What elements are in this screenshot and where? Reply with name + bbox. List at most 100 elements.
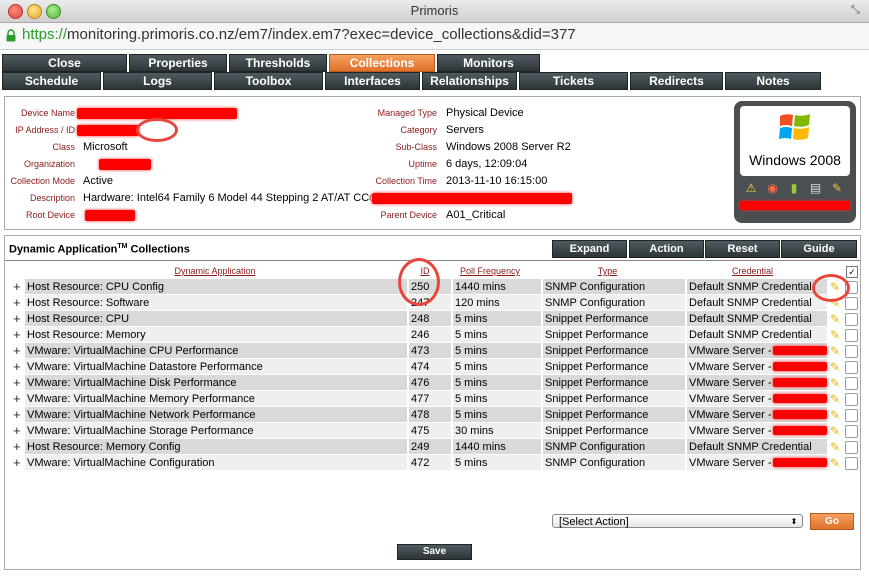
cell-app[interactable]: Host Resource: CPU [25,311,407,326]
tab-notes[interactable]: Notes [725,72,821,90]
table-row[interactable]: + VMware: VirtualMachine Network Performa… [13,407,858,423]
cell-app[interactable]: VMware: VirtualMachine Network Performan… [25,407,407,422]
row-checkbox[interactable] [845,425,858,438]
expand-button[interactable]: Expand [552,240,627,258]
cell-app[interactable]: VMware: VirtualMachine Storage Performan… [25,423,407,438]
tab-interfaces[interactable]: Interfaces [325,72,420,90]
cell-cred: Default SNMP Credential [687,311,827,326]
column-header-poll[interactable]: Poll Frequency [445,265,535,277]
edit-pencil-icon[interactable]: ✎ [828,360,842,374]
column-header-app[interactable]: Dynamic Application [155,265,275,277]
row-checkbox[interactable] [845,457,858,470]
cell-poll: 5 mins [453,343,541,358]
device-field-label: Collection Mode [10,176,75,186]
device-field-label: Parent Device [380,210,437,220]
save-bar: Save [4,535,861,570]
table-row[interactable]: + Host Resource: CPU 248 5 mins Snippet Perf… [13,311,858,327]
edit-pencil-icon[interactable]: ✎ [828,376,842,390]
tab-toolbox[interactable]: Toolbox [214,72,323,90]
tab-properties[interactable]: Properties [129,54,227,72]
guide-button[interactable]: Guide [781,240,857,258]
cell-app[interactable]: VMware: VirtualMachine Disk Performance [25,375,407,390]
table-row[interactable]: + VMware: VirtualMachine Configuration 472… [13,455,858,471]
edit-pencil-icon[interactable]: ✎ [828,344,842,358]
save-button[interactable]: Save [397,544,472,560]
row-checkbox[interactable] [845,329,858,342]
device-field-label: Device Name [20,108,75,118]
table-row[interactable]: + VMware: VirtualMachine Disk Performance… [13,375,858,391]
tab-relationships[interactable]: Relationships [422,72,517,90]
redacted-credential [773,394,827,403]
tab-schedule[interactable]: Schedule [2,72,101,90]
expand-row-icon[interactable]: + [13,391,23,406]
tab-logs[interactable]: Logs [103,72,212,90]
tab-monitors[interactable]: Monitors [437,54,540,72]
column-header-type[interactable]: Type [575,265,640,277]
action-button[interactable]: Action [629,240,704,258]
table-row[interactable]: + Host Resource: Memory Config 249 1440 min… [13,439,858,455]
row-checkbox[interactable] [845,361,858,374]
wrench-icon[interactable]: ✎ [830,181,844,195]
expand-row-icon[interactable]: + [13,327,23,342]
row-checkbox[interactable] [845,345,858,358]
tab-redirects[interactable]: Redirects [630,72,723,90]
expand-row-icon[interactable]: + [13,343,23,358]
tab-close[interactable]: Close [2,54,127,72]
table-row[interactable]: + VMware: VirtualMachine Memory Performan… [13,391,858,407]
select-action-value: [Select Action] [559,516,629,528]
expand-row-icon[interactable]: + [13,279,23,294]
table-row[interactable]: + VMware: VirtualMachine Storage Performa… [13,423,858,439]
cell-app[interactable]: VMware: VirtualMachine Configuration [25,455,407,470]
edit-pencil-icon[interactable]: ✎ [828,392,842,406]
cell-poll: 5 mins [453,311,541,326]
row-checkbox[interactable] [845,393,858,406]
signal-bars-icon[interactable]: ▮ [787,181,801,195]
edit-pencil-icon[interactable]: ✎ [828,440,842,454]
edit-pencil-icon[interactable]: ✎ [828,312,842,326]
cell-app[interactable]: Host Resource: Memory [25,327,407,342]
expand-row-icon[interactable]: + [13,311,23,326]
expand-row-icon[interactable]: + [13,439,23,454]
table-row[interactable]: + VMware: VirtualMachine CPU Performance 4… [13,343,858,359]
edit-pencil-icon[interactable]: ✎ [828,408,842,422]
row-checkbox[interactable] [845,313,858,326]
row-checkbox[interactable] [845,377,858,390]
expand-row-icon[interactable]: + [13,407,23,422]
redacted-field [99,159,151,170]
warning-icon[interactable]: ⚠ [744,181,758,195]
cell-app[interactable]: Host Resource: Software [25,295,407,310]
cell-app[interactable]: Host Resource: Memory Config [25,439,407,454]
row-checkbox[interactable] [845,297,858,310]
reset-button[interactable]: Reset [705,240,780,258]
row-checkbox[interactable] [845,441,858,454]
edit-pencil-icon[interactable]: ✎ [828,424,842,438]
tab-thresholds[interactable]: Thresholds [229,54,327,72]
select-action-dropdown[interactable]: [Select Action] ⬍ [552,514,803,528]
cell-app[interactable]: VMware: VirtualMachine Memory Performanc… [25,391,407,406]
expand-row-icon[interactable]: + [13,423,23,438]
column-header-credential[interactable]: Credential [715,265,790,277]
row-checkbox[interactable] [845,409,858,422]
expand-row-icon[interactable]: + [13,375,23,390]
edit-pencil-icon[interactable]: ✎ [828,328,842,342]
go-button[interactable]: Go [810,513,854,530]
expand-row-icon[interactable]: + [13,455,23,470]
url-text[interactable]: https://monitoring.primoris.co.nz/em7/in… [22,26,576,43]
redacted-field [372,193,572,204]
tab-collections[interactable]: Collections [329,54,435,72]
device-field-value: Microsoft [83,141,128,153]
cell-app[interactable]: VMware: VirtualMachine CPU Performance [25,343,407,358]
resize-icon[interactable]: ⤡ [851,4,863,16]
printer-icon[interactable]: ▤ [809,181,823,195]
cell-app[interactable]: VMware: VirtualMachine Datastore Perform… [25,359,407,374]
select-all-checkbox[interactable]: ✓ [846,266,858,278]
table-row[interactable]: + VMware: VirtualMachine Datastore Perfor… [13,359,858,375]
edit-pencil-icon[interactable]: ✎ [828,456,842,470]
url-bar[interactable]: https://monitoring.primoris.co.nz/em7/in… [0,23,869,50]
table-row[interactable]: + Host Resource: Memory 246 5 mins Snippet P… [13,327,858,343]
cell-app[interactable]: Host Resource: CPU Config [25,279,407,294]
tab-tickets[interactable]: Tickets [519,72,628,90]
lifebuoy-icon[interactable]: ◉ [766,181,780,195]
expand-row-icon[interactable]: + [13,295,23,310]
expand-row-icon[interactable]: + [13,359,23,374]
